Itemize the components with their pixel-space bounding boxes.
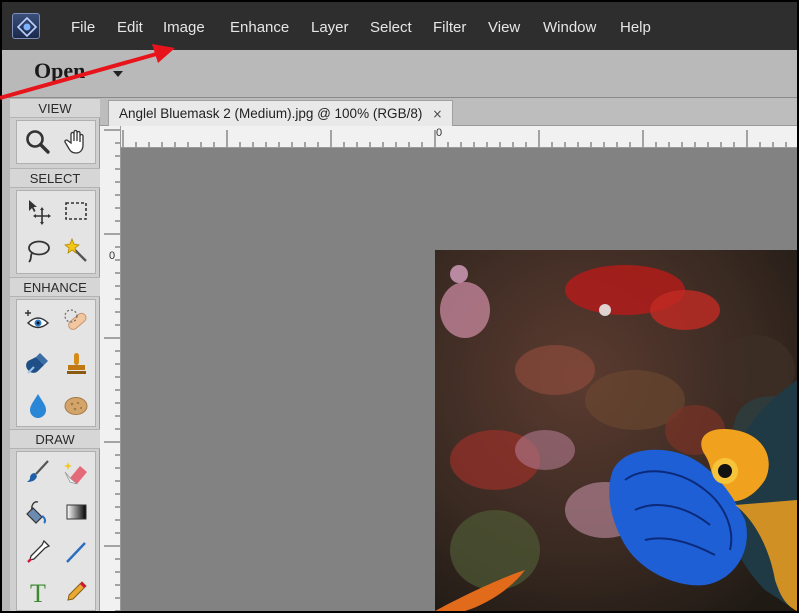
blur-tool-icon[interactable]	[19, 387, 57, 423]
chevron-down-icon[interactable]	[113, 71, 123, 77]
section-label-enhance: ENHANCE	[10, 277, 100, 297]
close-icon[interactable]: ×	[432, 107, 442, 121]
paint-bucket-icon[interactable]	[19, 494, 57, 530]
menu-select[interactable]: Select	[370, 19, 412, 36]
marquee-tool-icon[interactable]	[57, 193, 95, 229]
section-label-view: VIEW	[10, 98, 100, 118]
horizontal-ruler: 0	[121, 126, 797, 148]
document-tab[interactable]: Anglel Bluemask 2 (Medium).jpg @ 100% (R…	[108, 100, 454, 126]
menu-window[interactable]: Window	[543, 19, 596, 36]
smart-brush-icon[interactable]	[19, 345, 57, 381]
zoom-tool-icon[interactable]	[19, 124, 57, 160]
eraser-tool-icon[interactable]	[57, 454, 95, 490]
menu-enhance[interactable]: Enhance	[230, 19, 289, 36]
type-tool-icon[interactable]: T	[19, 574, 57, 610]
eyedropper-tool-icon[interactable]	[19, 534, 57, 570]
red-eye-tool-icon[interactable]	[19, 303, 57, 339]
ruler-label-zero-v: 0	[109, 250, 116, 262]
spot-healing-icon[interactable]	[57, 303, 95, 339]
tool-group-draw: T	[16, 451, 96, 611]
sponge-tool-icon[interactable]	[57, 387, 95, 423]
document-tab-bar: Anglel Bluemask 2 (Medium).jpg @ 100% (R…	[100, 98, 797, 126]
clone-stamp-icon[interactable]	[57, 345, 95, 381]
pencil-tool-icon[interactable]	[57, 574, 95, 610]
menu-layer[interactable]: Layer	[311, 19, 349, 36]
brush-tool-icon[interactable]	[19, 454, 57, 490]
options-bar: Open	[2, 50, 797, 98]
hand-tool-icon[interactable]	[57, 124, 95, 160]
ruler-ticks-v	[104, 129, 120, 611]
ruler-label-zero: 0	[436, 127, 443, 139]
section-label-select: SELECT	[10, 168, 100, 188]
menu-filter[interactable]: Filter	[433, 19, 466, 36]
menu-edit[interactable]: Edit	[117, 19, 143, 36]
tool-group-view	[16, 120, 96, 164]
menu-image[interactable]: Image	[163, 19, 205, 36]
photo-angelfish[interactable]	[435, 250, 797, 611]
document-tab-title: Anglel Bluemask 2 (Medium).jpg @ 100% (R…	[119, 106, 423, 121]
svg-text:T: T	[30, 579, 46, 606]
move-tool-icon[interactable]	[19, 193, 57, 229]
vertical-ruler: 0	[100, 126, 121, 611]
ruler-ticks-h	[122, 130, 787, 147]
line-tool-icon[interactable]	[57, 534, 95, 570]
open-button[interactable]: Open	[34, 58, 85, 84]
menu-file[interactable]: File	[71, 19, 95, 36]
gradient-tool-icon[interactable]	[57, 494, 95, 530]
toolbox-panel: VIEW SELECT ENHANCE DRAW T	[10, 98, 100, 611]
app-window: File Edit Image Enhance Layer Select Fil…	[2, 2, 797, 611]
panel-gutter	[2, 98, 10, 611]
menu-view[interactable]: View	[488, 19, 520, 36]
tool-group-enhance	[16, 299, 96, 427]
tool-group-select	[16, 190, 96, 274]
menu-help[interactable]: Help	[620, 19, 651, 36]
lasso-tool-icon[interactable]	[19, 233, 57, 269]
magic-wand-icon[interactable]	[57, 233, 95, 269]
app-logo-icon[interactable]	[12, 13, 40, 39]
menu-bar: File Edit Image Enhance Layer Select Fil…	[2, 2, 797, 50]
section-label-draw: DRAW	[10, 429, 100, 449]
